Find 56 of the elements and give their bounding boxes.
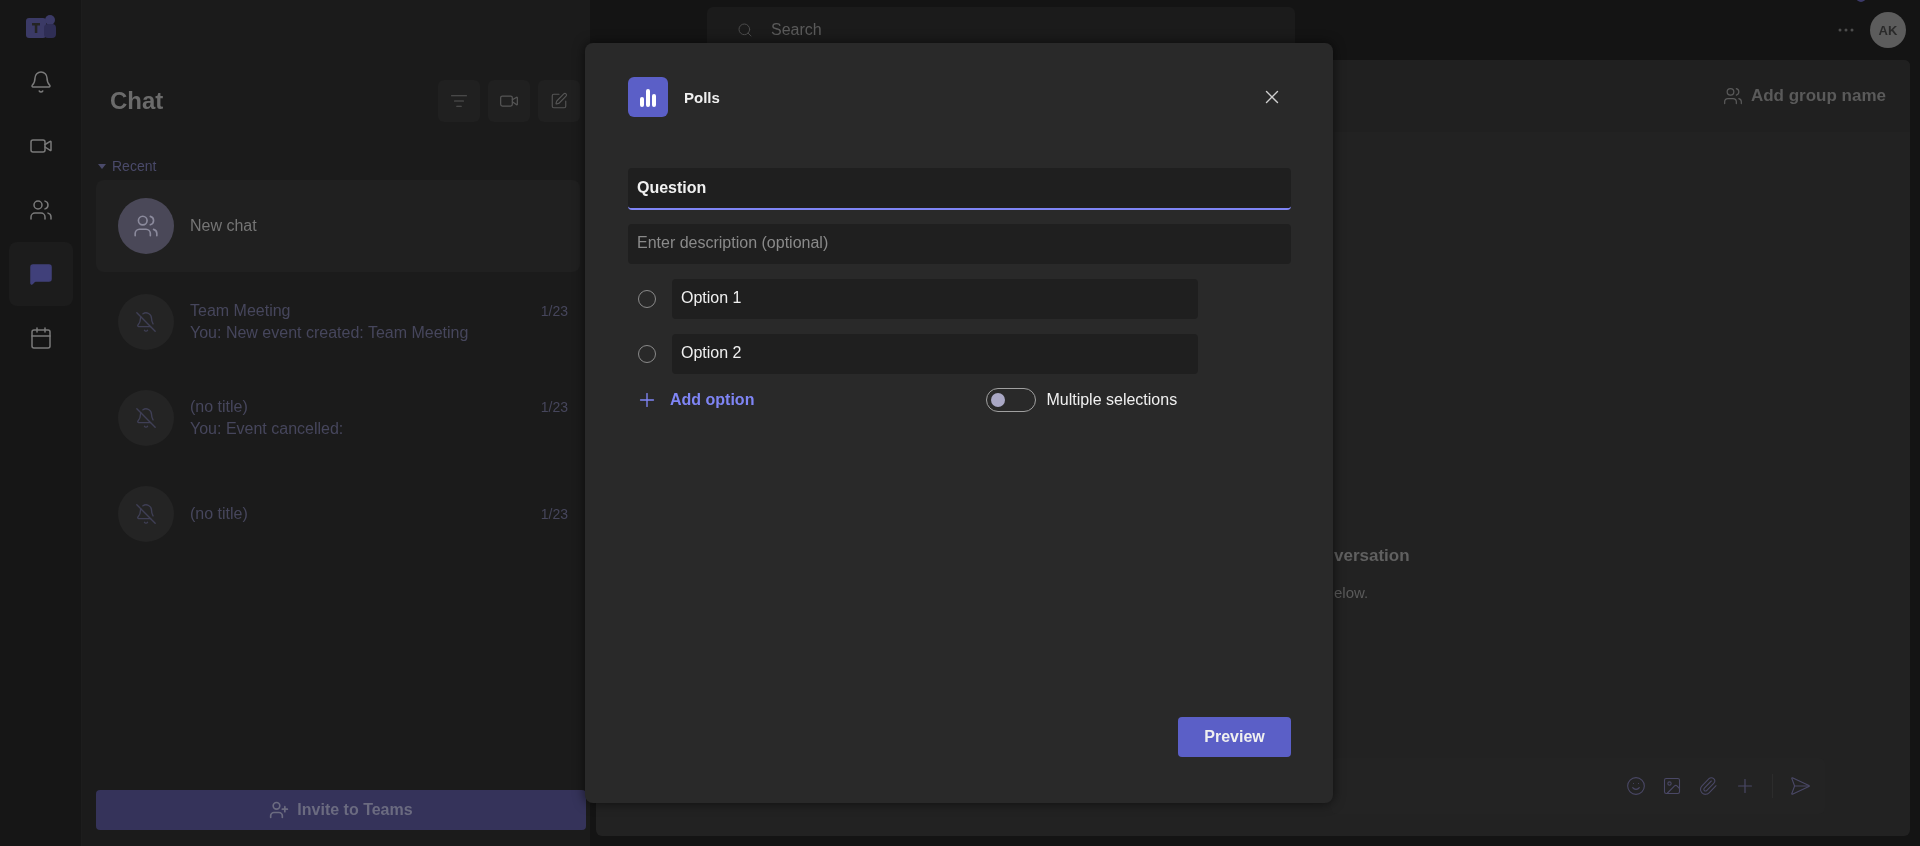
- chat-date: 1/23: [540, 506, 568, 522]
- option-field[interactable]: Option 2: [672, 334, 1198, 374]
- send-icon: [1789, 775, 1811, 797]
- new-chat-button[interactable]: [538, 80, 580, 122]
- chat-date: 1/23: [540, 399, 568, 415]
- add-group-name-button[interactable]: Add group name: [1716, 85, 1892, 107]
- chat-list-item[interactable]: (no title) 1/23 You: Event cancelled:: [96, 372, 580, 464]
- chat-title: New chat: [190, 217, 257, 235]
- more-button[interactable]: [1838, 28, 1854, 32]
- attach-button[interactable]: [1698, 776, 1718, 796]
- people-icon: [28, 198, 53, 222]
- preview-button[interactable]: Preview: [1178, 717, 1291, 757]
- image-button[interactable]: [1662, 776, 1682, 796]
- invite-button[interactable]: Invite to Teams: [96, 790, 586, 830]
- bell-icon: [28, 70, 53, 94]
- send-button[interactable]: [1789, 775, 1811, 797]
- chat-list-item[interactable]: (no title) 1/23: [96, 468, 580, 560]
- chat-title: Team Meeting: [190, 302, 291, 320]
- chat-icon: [28, 262, 53, 286]
- add-option-button[interactable]: Add option: [636, 389, 755, 411]
- filter-button[interactable]: [438, 80, 480, 122]
- meet-now-button[interactable]: [488, 80, 530, 122]
- empty-state-title: versation: [1334, 546, 1411, 566]
- paperclip-icon: [1698, 776, 1718, 796]
- smiley-icon: [1626, 776, 1646, 796]
- empty-state-text: elow.: [1334, 584, 1370, 601]
- bell-off-icon: [135, 503, 157, 525]
- chat-date: 1/23: [540, 303, 568, 319]
- caret-icon[interactable]: [98, 162, 106, 170]
- pane-title: Chat: [110, 87, 164, 115]
- bell-off-icon: [135, 407, 157, 429]
- dialog-title: Polls: [684, 88, 720, 106]
- chat-list-item[interactable]: New chat: [96, 180, 580, 272]
- section-label: Recent: [112, 158, 157, 174]
- bell-off-icon: [135, 311, 157, 333]
- emoji-button[interactable]: [1626, 776, 1646, 796]
- question-field[interactable]: Question: [628, 168, 1291, 210]
- filter-icon: [450, 92, 468, 110]
- more-icon: [1838, 28, 1854, 32]
- chat-list-item[interactable]: Team Meeting 1/23 You: New event created: Team Meeting: [96, 276, 580, 368]
- add-person-icon: [269, 800, 290, 820]
- description-field[interactable]: Enter description (optional): [628, 224, 1291, 264]
- image-icon: [1662, 776, 1682, 796]
- chat-title: (no title): [190, 505, 248, 523]
- app-bar-item[interactable]: [8, 242, 73, 306]
- chat-title: (no title): [190, 398, 248, 416]
- option-field[interactable]: Option 1: [672, 279, 1198, 319]
- compose-icon: [550, 92, 568, 110]
- people-icon: [1722, 86, 1743, 106]
- toggle-label: Multiple selections: [1046, 391, 1178, 409]
- chat-preview: You: New event created: Team Meeting: [190, 324, 470, 342]
- calendar-icon: [28, 326, 53, 350]
- bar-chart-icon: [628, 77, 668, 117]
- search-icon: [737, 22, 753, 38]
- people-icon: [133, 213, 159, 239]
- chat-preview: You: Event cancelled:: [190, 420, 345, 438]
